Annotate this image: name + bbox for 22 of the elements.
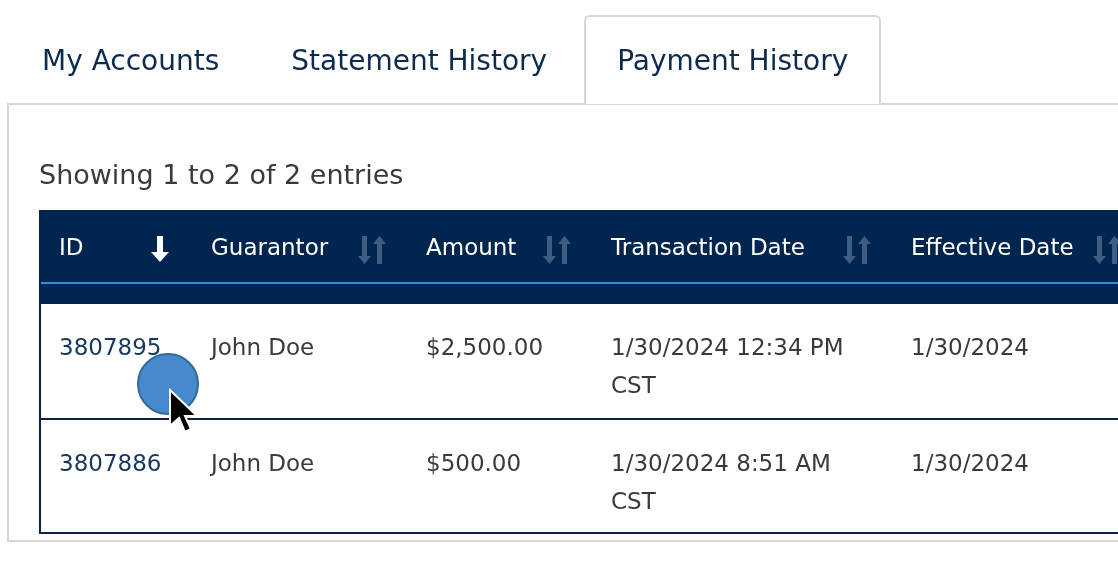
column-header[interactable]: Amount [408, 210, 593, 304]
table-cell: 1/30/2024 [893, 418, 1118, 532]
sort-icon[interactable] [358, 234, 386, 266]
payment-id-link[interactable]: 3807895 [59, 334, 162, 360]
column-header[interactable]: Effective Date [893, 210, 1118, 304]
table-cell-text: 1/30/2024 12:34 PM CST [610, 333, 845, 400]
column-header[interactable]: Guarantor [193, 210, 408, 304]
column-header[interactable]: ID [41, 210, 193, 304]
table-cell-text: 1/30/2024 [910, 333, 1030, 362]
entries-summary: Showing 1 to 2 of 2 entries [39, 159, 405, 190]
column-header[interactable]: Transaction Date [593, 210, 893, 304]
table-cell-text: $2,500.00 [425, 333, 545, 362]
table-cell: 1/30/2024 8:51 AM CST [593, 418, 893, 532]
sort-descending-icon[interactable] [149, 234, 171, 264]
sort-icon[interactable] [1093, 234, 1118, 266]
tab[interactable]: Payment History [584, 15, 882, 104]
table-cell: $500.00 [408, 418, 593, 532]
table-cell-text: John Doe [208, 333, 316, 362]
sort-icon[interactable] [843, 234, 871, 266]
table-cell: John Doe [193, 418, 408, 532]
sort-icon[interactable] [543, 234, 571, 266]
payment-id-link[interactable]: 3807886 [59, 450, 162, 476]
